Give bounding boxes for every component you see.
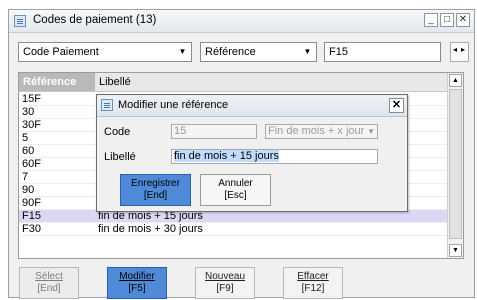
select-button[interactable]: Sélect [End] [19,267,79,299]
minimize-button[interactable]: _ [424,13,438,27]
delete-button[interactable]: Effacer [F12] [283,267,343,299]
cell-reference: F30 [22,223,41,235]
dialog-title: Modifier une référence [118,99,229,111]
select-button-shortcut: [End] [37,283,61,294]
dialog-title-bar[interactable]: Modifier une référence ✕ [97,95,407,117]
cell-reference: 7 [22,171,29,183]
close-button[interactable]: ✕ [456,13,470,27]
table-row[interactable]: F30 fin de mois + 30 jours [19,223,449,236]
window-list-icon [14,15,26,27]
cell-reference: 30 [22,106,35,118]
cell-reference: 15F [22,93,41,105]
edit-reference-dialog: Modifier une référence ✕ Code 15 Fin de … [96,94,408,212]
new-button[interactable]: Nouveau [F9] [195,267,255,299]
code-field[interactable]: 15 [171,124,257,139]
libelle-field[interactable]: fin de mois + 15 jours [171,149,378,164]
chevron-left-icon[interactable]: ◂ [453,45,457,54]
chevron-down-icon[interactable]: ▼ [367,125,375,138]
sort-select[interactable]: Code Paiement ▼ [18,42,192,62]
scroll-up-button[interactable]: ▲ [449,74,462,87]
save-button[interactable]: Enregistrer [End] [120,174,191,206]
libelle-field-value: fin de mois + 15 jours [174,150,279,162]
dialog-list-icon [101,99,113,111]
cell-reference: 90 [22,184,35,196]
search-input-value: F15 [329,46,348,58]
table-header: Référence Libellé [19,73,449,92]
cell-reference: 60F [22,158,41,170]
delete-button-shortcut: [F12] [301,283,325,294]
delete-button-label: Effacer [297,271,329,282]
cell-reference: F15 [22,210,41,222]
title-bar[interactable]: Codes de paiement (13) _ □ ✕ [9,10,474,33]
window-title: Codes de paiement (13) [33,14,157,26]
cancel-button[interactable]: Annuler [Esc] [200,174,271,206]
sort-select-value: Code Paiement [23,46,99,58]
cancel-button-label: Annuler [218,178,253,189]
modify-button-shortcut: [F5] [128,283,146,294]
scroll-down-button[interactable]: ▼ [449,244,462,257]
code-type-select[interactable]: Fin de mois + x jour ▼ [265,124,378,139]
chevron-down-icon[interactable]: ▼ [299,43,316,61]
spinner-buttons[interactable]: ◂ ▸ [450,42,469,62]
modify-button-label: Modifier [119,271,155,282]
chevron-right-icon[interactable]: ▸ [461,45,465,54]
scroll-thumb[interactable] [449,89,462,239]
search-field-select[interactable]: Référence ▼ [200,42,317,62]
vertical-scrollbar[interactable]: ▲ ▼ [447,73,463,258]
code-label: Code [104,126,131,138]
maximize-button[interactable]: □ [440,13,454,27]
column-header-libelle[interactable]: Libellé [99,73,131,91]
search-field-select-value: Référence [205,46,256,58]
save-button-label: Enregistrer [131,178,180,189]
cell-reference: 90F [22,197,41,209]
cell-reference: 60 [22,145,35,157]
search-input[interactable]: F15 [324,42,441,62]
modify-button[interactable]: Modifier [F5] [107,267,167,299]
libelle-label: Libellé [104,151,136,163]
chevron-down-icon[interactable]: ▼ [174,43,191,61]
dialog-close-button[interactable]: ✕ [389,98,404,113]
cancel-button-shortcut: [Esc] [224,190,247,201]
code-type-value: Fin de mois + x jour [268,125,365,137]
new-button-shortcut: [F9] [216,283,234,294]
cell-reference: 5 [22,132,29,144]
column-header-reference[interactable]: Référence [19,73,95,91]
save-button-shortcut: [End] [143,190,168,201]
cell-reference: 30F [22,119,41,131]
new-button-label: Nouveau [204,271,246,282]
cell-libelle: fin de mois + 30 jours [98,223,203,235]
select-button-label: Sélect [35,271,63,282]
